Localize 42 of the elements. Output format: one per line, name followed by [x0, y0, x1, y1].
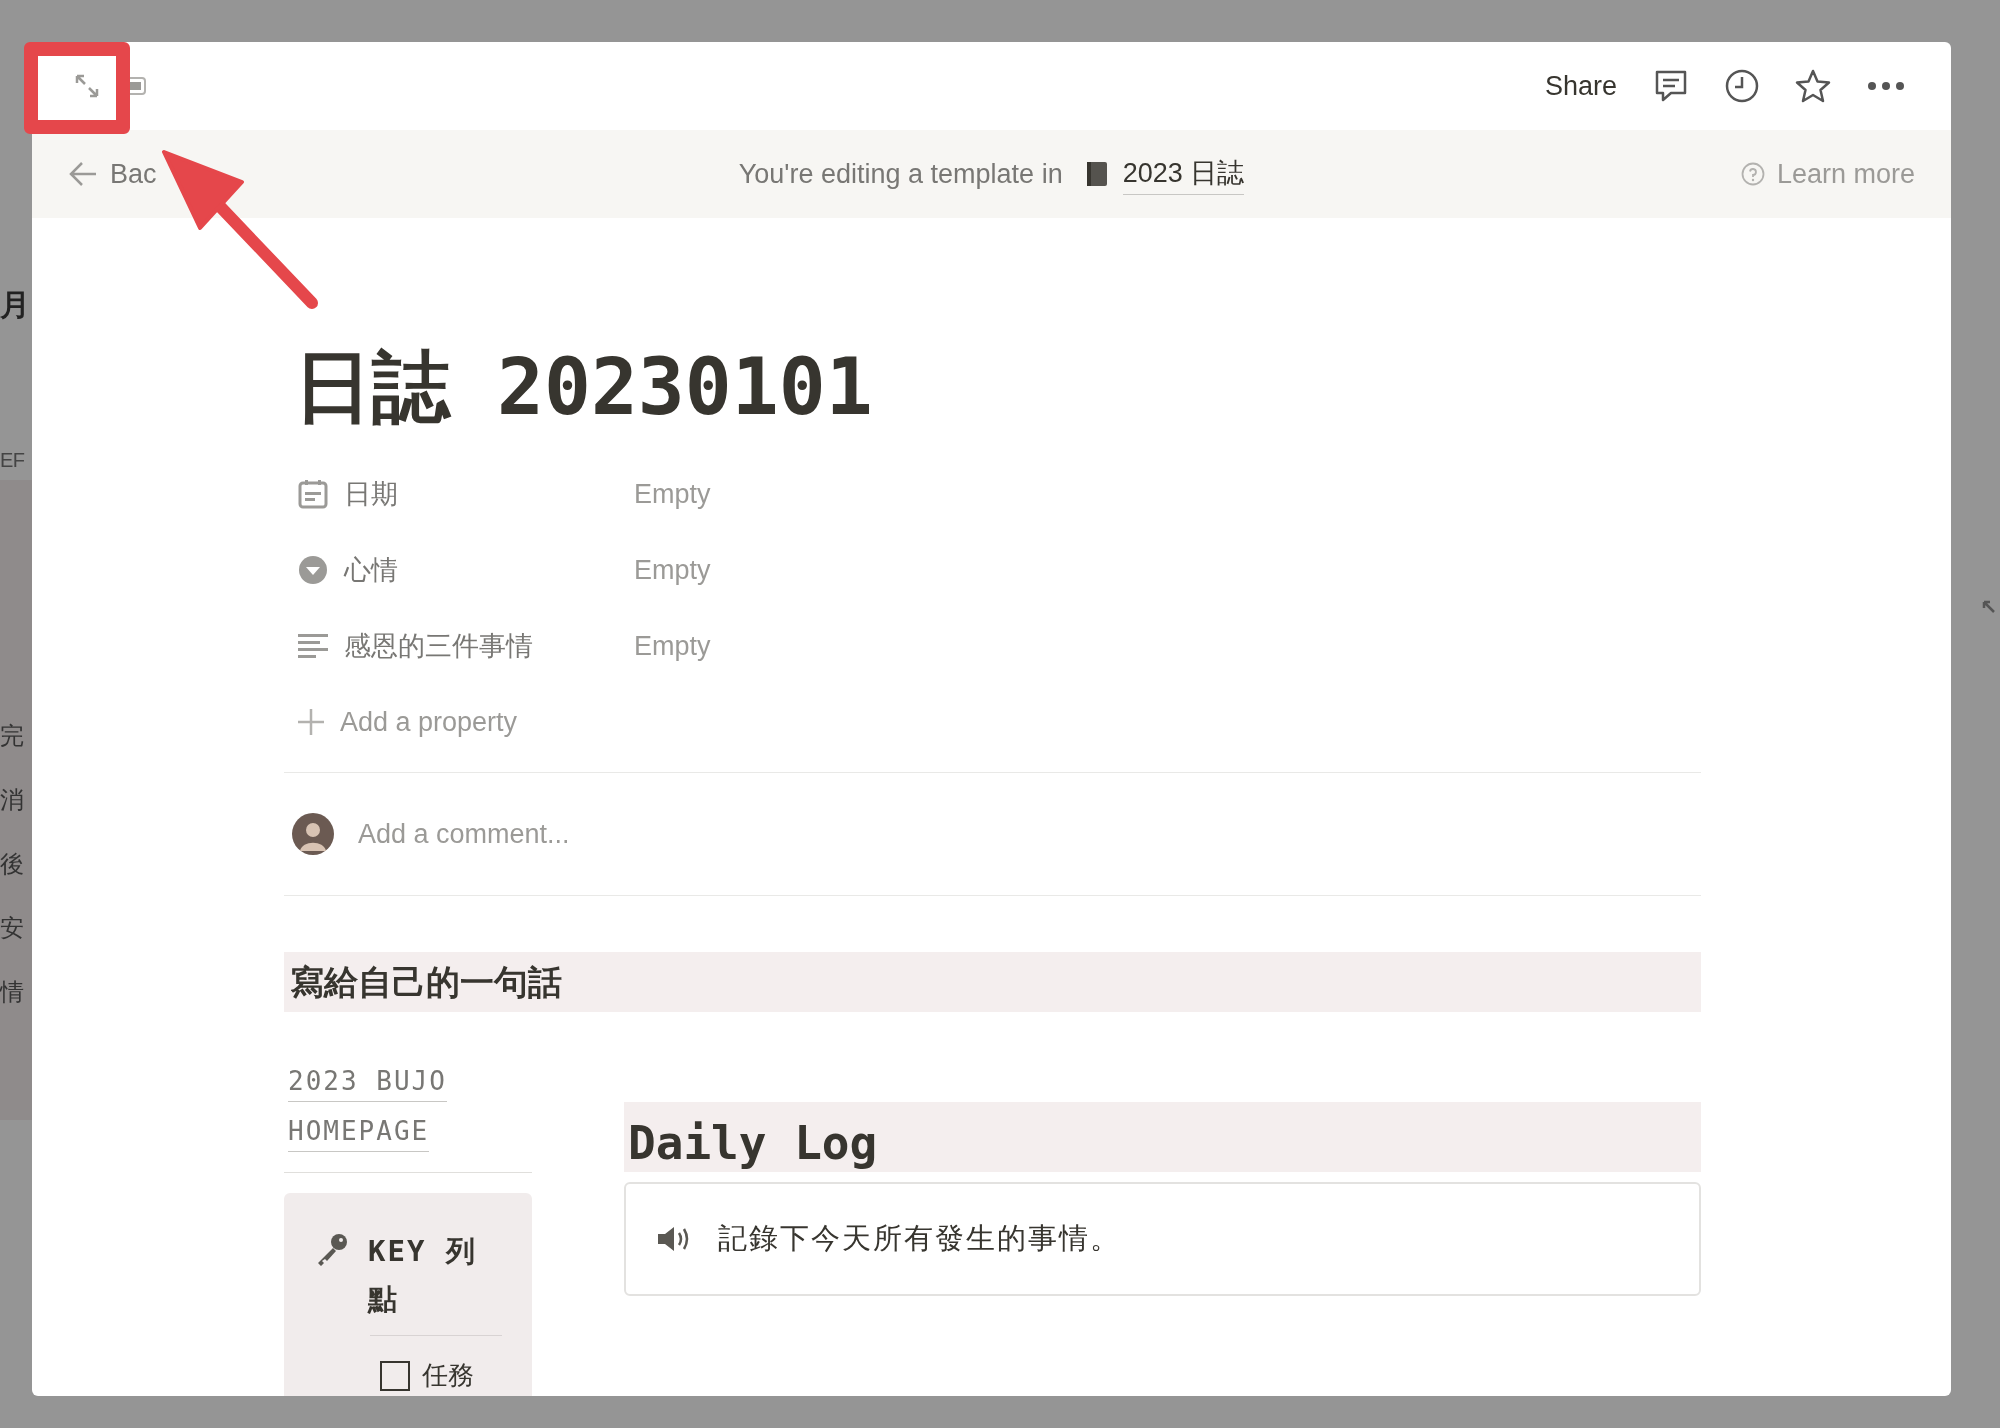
property-name[interactable]: 感恩的三件事情 [344, 625, 634, 667]
book-icon [1084, 160, 1109, 188]
property-value[interactable]: Empty [634, 473, 711, 515]
homepage-link[interactable]: 2023 BUJO [288, 1062, 447, 1102]
dropdown-icon [298, 555, 328, 585]
backdrop-text: 完 [0, 724, 24, 748]
property-name[interactable]: 日期 [344, 473, 634, 515]
backdrop-text: 後 [0, 852, 24, 876]
expand-icon [74, 73, 100, 99]
property-value[interactable]: Empty [634, 625, 711, 667]
property-name[interactable]: 心情 [344, 549, 634, 591]
back-button[interactable]: Bac [68, 153, 157, 195]
comment-field[interactable]: Add a comment... [358, 813, 958, 855]
star-icon[interactable] [1795, 69, 1831, 103]
key-card-title: KEY 列點 [368, 1233, 478, 1318]
homepage-link[interactable]: HOMEPAGE [288, 1112, 430, 1152]
database-link[interactable]: 2023 日誌 [1122, 153, 1245, 195]
backdrop-text: 消 [0, 788, 24, 812]
clock-icon[interactable] [1725, 69, 1759, 103]
add-property-button[interactable]: Add a property [284, 684, 1701, 760]
page-title: 日誌 20230101 [293, 348, 874, 426]
banner-message: You're editing a template in [738, 157, 1063, 191]
plus-icon [296, 707, 326, 737]
backdrop-title: 月 [0, 290, 30, 320]
avatar [292, 813, 334, 855]
calendar-icon [297, 478, 329, 510]
share-button[interactable]: Share [1544, 65, 1617, 107]
help-icon [1740, 162, 1765, 186]
backdrop-text: EF [0, 450, 25, 470]
backdrop-text: 安 [0, 916, 24, 940]
task-label: 任務 [422, 1359, 474, 1392]
task-checkbox[interactable] [380, 1360, 410, 1391]
callout-text: 記錄下今天所有發生的事情。 [718, 1221, 1121, 1257]
section-heading: 寫給自己的一句話 [284, 952, 1701, 1012]
daily-log-heading: Daily Log [624, 1102, 1701, 1172]
text-lines-icon [298, 633, 328, 659]
learn-more-link[interactable]: Learn more [1740, 153, 1915, 195]
comment-icon[interactable] [1653, 69, 1689, 103]
property-value[interactable]: Empty [634, 549, 711, 591]
more-icon[interactable] [1867, 81, 1905, 91]
arrow-left-icon [68, 161, 98, 187]
backdrop-text: 情 [0, 980, 24, 1004]
